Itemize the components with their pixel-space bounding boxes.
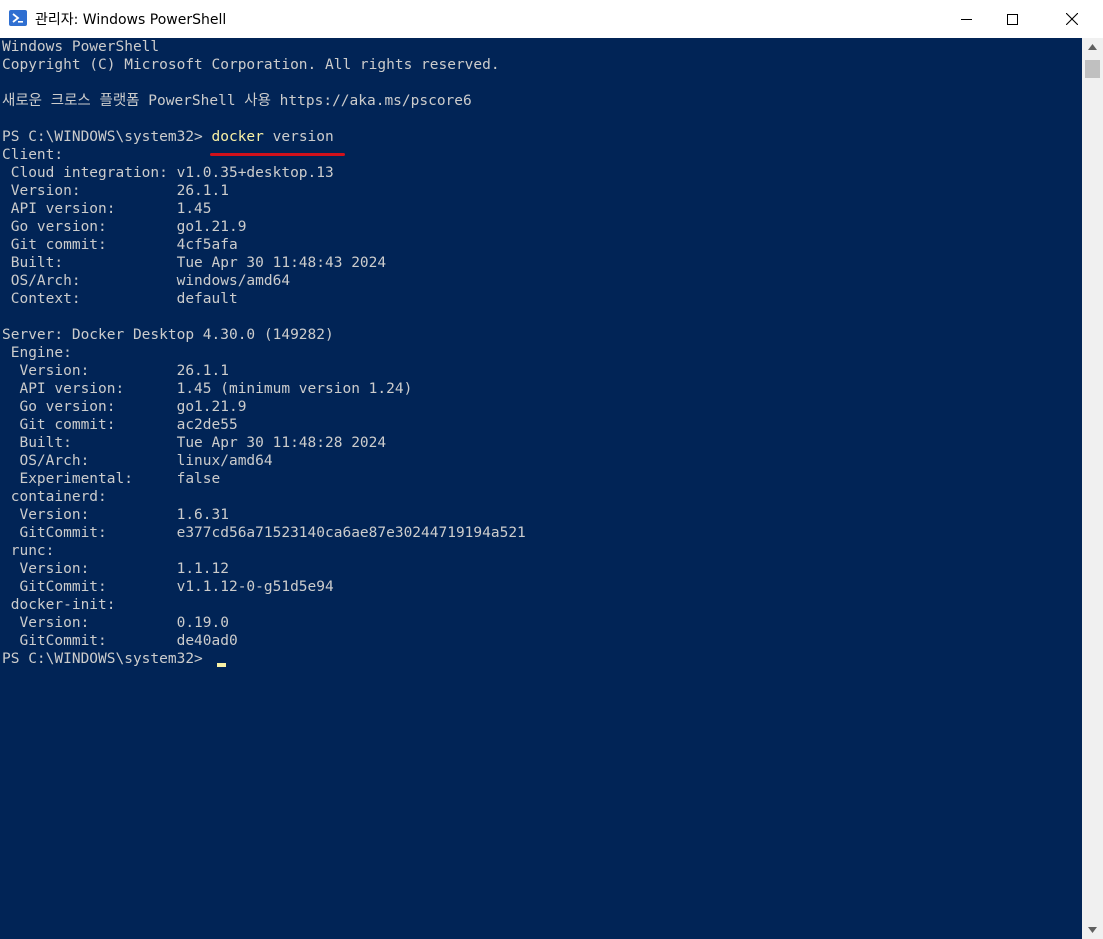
current-prompt-line: PS C:\WINDOWS\system32> — [2, 650, 526, 668]
output-line: Windows PowerShell — [2, 39, 160, 55]
output-line: API version: 1.45 (minimum version 1.24) — [2, 381, 413, 397]
command-line: PS C:\WINDOWS\system32> docker version — [2, 128, 526, 146]
window-title: 관리자: Windows PowerShell — [35, 12, 227, 28]
command-word: docker — [211, 129, 264, 145]
scrollbar-thumb[interactable] — [1085, 60, 1100, 78]
output-line: Cloud integration: v1.0.35+desktop.13 — [2, 165, 334, 181]
output-line: Built: Tue Apr 30 11:48:43 2024 — [2, 255, 387, 271]
output-line: OS/Arch: linux/amd64 — [2, 453, 273, 469]
output-line: 새로운 크로스 플랫폼 PowerShell 사용 https://aka.ms… — [2, 93, 472, 109]
prompt: PS C:\WINDOWS\system32> — [2, 129, 212, 145]
scroll-down-icon[interactable] — [1088, 927, 1097, 933]
powershell-window: 관리자: Windows PowerShell Windows PowerShe… — [0, 0, 1103, 939]
terminal-lines: Windows PowerShell Copyright (C) Microsof… — [2, 38, 526, 668]
output-line: GitCommit: de40ad0 — [2, 633, 238, 649]
output-line: Server: Docker Desktop 4.30.0 (149282) — [2, 327, 334, 343]
vertical-scrollbar[interactable] — [1082, 38, 1103, 939]
minimize-icon — [960, 18, 972, 20]
output-line: Copyright (C) Microsoft Corporation. All… — [2, 57, 500, 73]
output-line: Version: 0.19.0 — [2, 615, 229, 631]
output-line: Git commit: ac2de55 — [2, 417, 238, 433]
output-line: Context: default — [2, 291, 238, 307]
output-line: Engine: — [2, 345, 72, 361]
output-line: Version: 1.1.12 — [2, 561, 229, 577]
maximize-icon — [1006, 13, 1018, 25]
close-button[interactable] — [1049, 0, 1095, 38]
output-line: Built: Tue Apr 30 11:48:28 2024 — [2, 435, 387, 451]
output-line: Experimental: false — [2, 471, 221, 487]
powershell-icon — [9, 10, 27, 26]
output-line: Version: 26.1.1 — [2, 363, 229, 379]
output-line: Version: 26.1.1 — [2, 183, 229, 199]
command-args: version — [263, 129, 334, 145]
output-line: Go version: go1.21.9 — [2, 219, 247, 235]
minimize-button[interactable] — [943, 0, 989, 38]
maximize-button[interactable] — [989, 0, 1035, 38]
output-line: docker-init: — [2, 597, 116, 613]
output-line: GitCommit: v1.1.12-0-g51d5e94 — [2, 579, 334, 595]
output-line: Go version: go1.21.9 — [2, 399, 247, 415]
output-line: OS/Arch: windows/amd64 — [2, 273, 291, 289]
command-underline-annotation — [210, 153, 345, 156]
close-icon — [1066, 13, 1078, 25]
output-line: Git commit: 4cf5afa — [2, 237, 238, 253]
scroll-up-icon[interactable] — [1088, 44, 1097, 50]
title-bar[interactable]: 관리자: Windows PowerShell — [0, 0, 1103, 38]
output-line: API version: 1.45 — [2, 201, 212, 217]
output-line: runc: — [2, 543, 55, 559]
output-line: containerd: — [2, 489, 107, 505]
terminal-output[interactable]: Windows PowerShell Copyright (C) Microsof… — [0, 38, 1082, 939]
text-cursor — [217, 663, 226, 667]
output-line: GitCommit: e377cd56a71523140ca6ae87e3024… — [2, 525, 526, 541]
output-line: Version: 1.6.31 — [2, 507, 229, 523]
prompt: PS C:\WINDOWS\system32> — [2, 651, 212, 667]
